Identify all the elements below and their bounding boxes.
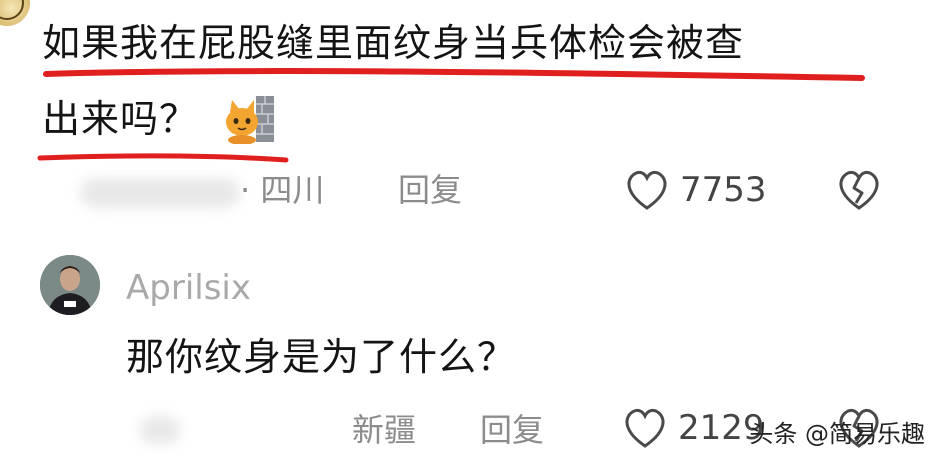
blurred-timestamp bbox=[140, 416, 180, 444]
red-annotation-underline-short bbox=[37, 153, 289, 163]
reply-button[interactable]: 回复 bbox=[480, 410, 544, 450]
comment-text-line2: 出来吗？ bbox=[42, 97, 199, 141]
user-avatar[interactable] bbox=[40, 255, 100, 315]
comment-text: 那你纹身是为了什么？ bbox=[126, 335, 517, 379]
location-label: · 四川 bbox=[240, 171, 325, 209]
reply-button[interactable]: 回复 bbox=[398, 170, 462, 210]
location-label: 新疆 bbox=[352, 411, 417, 449]
like-count: 7753 bbox=[680, 170, 767, 210]
blurred-username bbox=[80, 178, 240, 208]
cat-peeking-emoji-icon bbox=[226, 96, 274, 144]
person-avatar-icon bbox=[40, 255, 100, 315]
dislike-broken-heart-icon[interactable] bbox=[836, 169, 882, 211]
red-annotation-underline bbox=[43, 68, 865, 81]
like-heart-icon[interactable] bbox=[622, 407, 668, 449]
comment-text-line1: 如果我在屁股缝里面纹身当兵体检会被查 bbox=[42, 21, 745, 65]
comment-username[interactable]: Aprilsix bbox=[126, 268, 251, 308]
watermark-text: 头条 @简易乐趣 bbox=[749, 420, 925, 448]
like-heart-icon[interactable] bbox=[624, 169, 670, 211]
